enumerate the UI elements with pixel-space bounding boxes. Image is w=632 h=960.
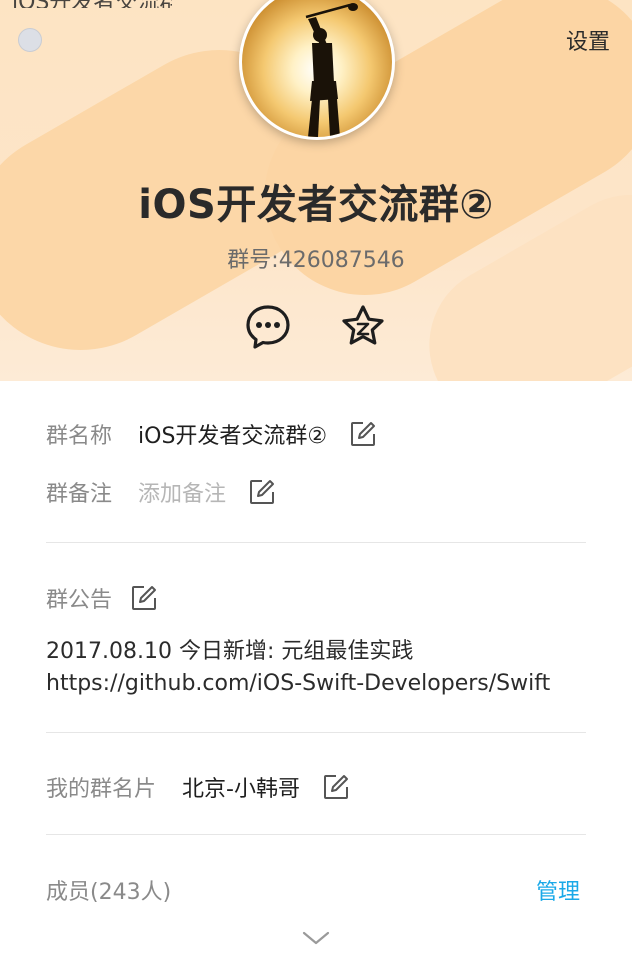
group-number: 群号:426087546 [227, 248, 405, 273]
group-title: iOS开发者交流群② [138, 182, 494, 228]
divider [46, 542, 586, 543]
golfer-silhouette-icon [305, 3, 358, 137]
star-icon[interactable] [339, 303, 387, 351]
group-name-label: 群名称 [46, 424, 113, 449]
group-remark-label: 群备注 [46, 482, 113, 507]
window-control-dot[interactable] [18, 28, 42, 52]
my-group-card-label: 我的群名片 [46, 777, 157, 802]
chevron-down-icon[interactable] [302, 930, 330, 946]
my-group-card-row: 我的群名片 北京-小韩哥 [46, 771, 350, 803]
members-label: 成员(243人) [46, 880, 172, 905]
partial-window-title: iOS开发者交流群② [12, 0, 172, 8]
group-header: iOS开发者交流群② 设置 iOS开发者交流群② 群号:426087546 [0, 0, 632, 381]
settings-button[interactable]: 设置 [566, 24, 610, 56]
group-notice-row: 群公告 [46, 582, 158, 614]
chat-bubble-icon[interactable] [244, 303, 292, 351]
my-group-card-value: 北京-小韩哥 [182, 777, 300, 802]
edit-icon[interactable] [130, 584, 158, 612]
divider [46, 732, 586, 733]
manage-members-button[interactable]: 管理 [536, 874, 580, 906]
group-notice-text: 2017.08.10 今日新增: 元组最佳实践 https://github.c… [46, 639, 551, 696]
group-name-value: iOS开发者交流群② [138, 424, 328, 449]
group-remark-row: 群备注 添加备注 [46, 476, 276, 508]
edit-icon[interactable] [349, 420, 377, 448]
group-name-row: 群名称 iOS开发者交流群② [46, 418, 377, 450]
group-remark-placeholder[interactable]: 添加备注 [138, 476, 226, 508]
members-row: 成员(243人) [46, 874, 171, 906]
edit-icon[interactable] [248, 478, 276, 506]
edit-icon[interactable] [322, 773, 350, 801]
divider [46, 834, 586, 835]
group-notice-label: 群公告 [46, 588, 113, 613]
